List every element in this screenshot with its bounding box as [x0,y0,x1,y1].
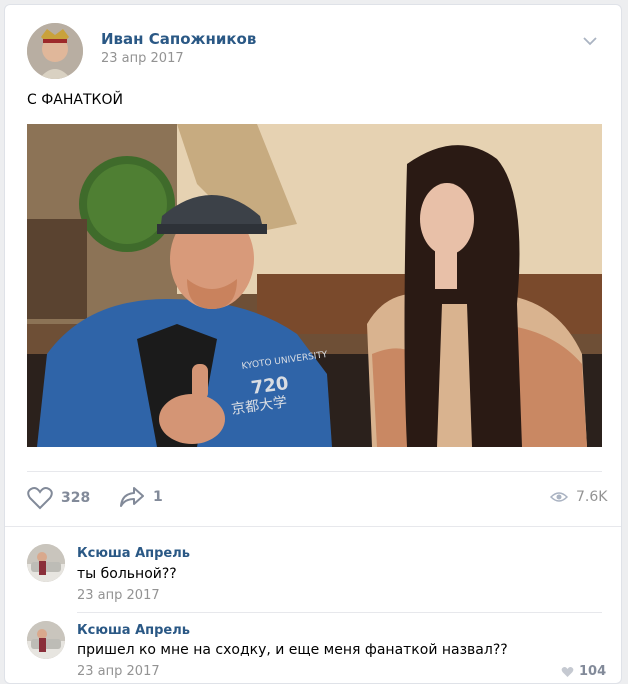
views-counter: 7.6K [550,489,607,505]
eye-icon [550,491,568,503]
comment-author[interactable]: Ксюша Апрель [77,546,190,561]
post-author-name[interactable]: Иван Сапожников [101,30,256,48]
comment-date[interactable]: 23 апр 2017 [77,664,160,679]
comment-avatar[interactable] [27,544,65,582]
share-button[interactable]: 1 [119,486,163,508]
heart-icon [27,486,53,510]
comment-text: ты больной?? [77,566,177,582]
author-avatar[interactable] [27,23,83,79]
like-button[interactable]: 328 [27,486,90,510]
comment-author[interactable]: Ксюша Апрель [77,623,190,638]
share-icon [119,486,145,508]
heart-icon [561,666,574,678]
views-count: 7.6K [576,489,608,505]
share-count: 1 [153,489,163,505]
comment-like-button[interactable]: 104 [561,664,606,679]
post-date[interactable]: 23 апр 2017 [101,51,184,66]
comment-like-count: 104 [579,664,607,679]
chevron-down-icon[interactable] [582,36,598,46]
comment-date[interactable]: 23 апр 2017 [77,588,160,603]
comment-avatar[interactable] [27,621,65,659]
like-count: 328 [61,490,91,506]
comments-divider [5,526,621,527]
stats-divider-top [27,471,602,472]
post-card: Иван Сапожников 23 апр 2017 С ФАНАТКОЙ K… [4,4,622,684]
comment-divider [77,612,602,613]
post-text: С ФАНАТКОЙ [27,92,123,108]
comment-text: пришел ко мне на сходку, и еще меня фана… [77,642,508,658]
post-photo[interactable]: KYOTO UNIVERSITY 720 京都大学 [27,124,602,447]
